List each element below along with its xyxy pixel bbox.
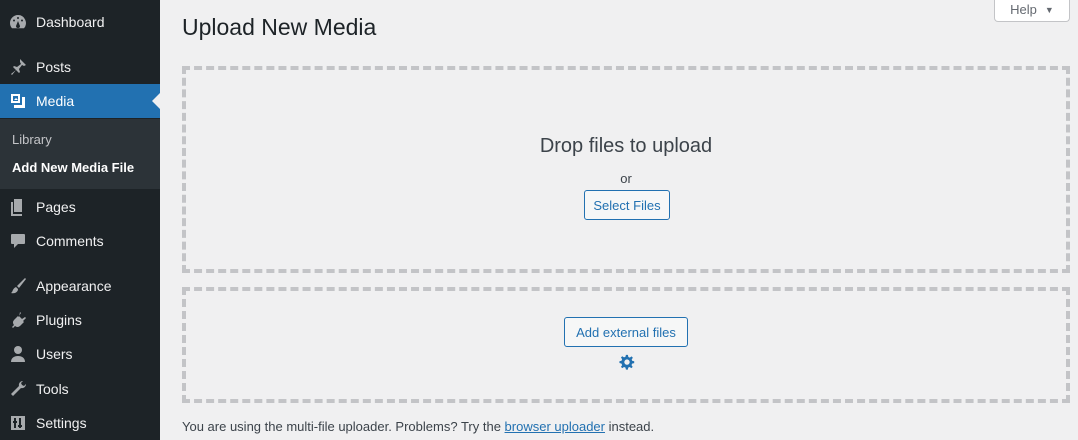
sidebar-item-pages[interactable]: Pages (0, 190, 160, 224)
drag-drop-area[interactable]: Drop files to upload or Select Files (182, 66, 1070, 273)
gear-icon[interactable] (618, 354, 636, 372)
sidebar-item-posts[interactable]: Posts (0, 50, 160, 84)
brush-icon (0, 276, 36, 296)
sidebar-item-label: Pages (36, 199, 76, 215)
sidebar-item-media[interactable]: Media (0, 84, 160, 118)
media-icon (0, 91, 36, 111)
or-separator: or (620, 171, 632, 186)
sidebar-item-users[interactable]: Users (0, 337, 160, 371)
sidebar-item-dashboard[interactable]: Dashboard (0, 5, 160, 39)
sidebar-item-tools[interactable]: Tools (0, 372, 160, 406)
sidebar-item-comments[interactable]: Comments (0, 224, 160, 258)
browser-uploader-link[interactable]: browser uploader (505, 419, 605, 434)
admin-sidebar: Dashboard Posts Media Library Add New Me… (0, 0, 160, 440)
uploader-note-suffix: instead. (604, 419, 655, 434)
submenu-item-add-new-media-file[interactable]: Add New Media File (12, 160, 134, 175)
page-title: Upload New Media (182, 14, 377, 40)
wrench-icon (0, 379, 36, 399)
plug-icon (0, 310, 36, 330)
sidebar-item-label: Tools (36, 381, 69, 397)
media-submenu: Library Add New Media File (0, 119, 160, 189)
sidebar-item-plugins[interactable]: Plugins (0, 303, 160, 337)
sidebar-item-label: Dashboard (36, 14, 105, 30)
sidebar-item-label: Users (36, 346, 73, 362)
user-icon (0, 344, 36, 364)
select-files-button[interactable]: Select Files (584, 190, 670, 220)
comment-icon (0, 231, 36, 251)
uploader-note: You are using the multi-file uploader. P… (182, 419, 654, 434)
sidebar-item-label: Appearance (36, 278, 112, 294)
settings-sliders-icon (0, 413, 36, 433)
external-files-area: Add external files (182, 287, 1070, 403)
pin-icon (0, 57, 36, 77)
sidebar-item-label: Posts (36, 59, 72, 75)
uploader-note-text: You are using the multi-file uploader. P… (182, 419, 505, 434)
sidebar-item-label: Media (36, 93, 75, 109)
help-label: Help (1010, 2, 1037, 17)
sidebar-item-label: Plugins (36, 312, 82, 328)
pages-icon (0, 197, 36, 217)
sidebar-item-appearance[interactable]: Appearance (0, 269, 160, 303)
chevron-down-icon: ▼ (1044, 4, 1054, 15)
drop-instructions: Drop files to upload (539, 135, 713, 157)
dashboard-icon (0, 12, 36, 32)
sidebar-item-settings[interactable]: Settings (0, 406, 160, 440)
sidebar-item-label: Comments (36, 233, 104, 249)
sidebar-item-label: Settings (36, 415, 87, 431)
help-tab-button[interactable]: Help ▼ (994, 0, 1070, 22)
submenu-item-library[interactable]: Library (12, 132, 52, 147)
add-external-files-button[interactable]: Add external files (564, 317, 688, 347)
